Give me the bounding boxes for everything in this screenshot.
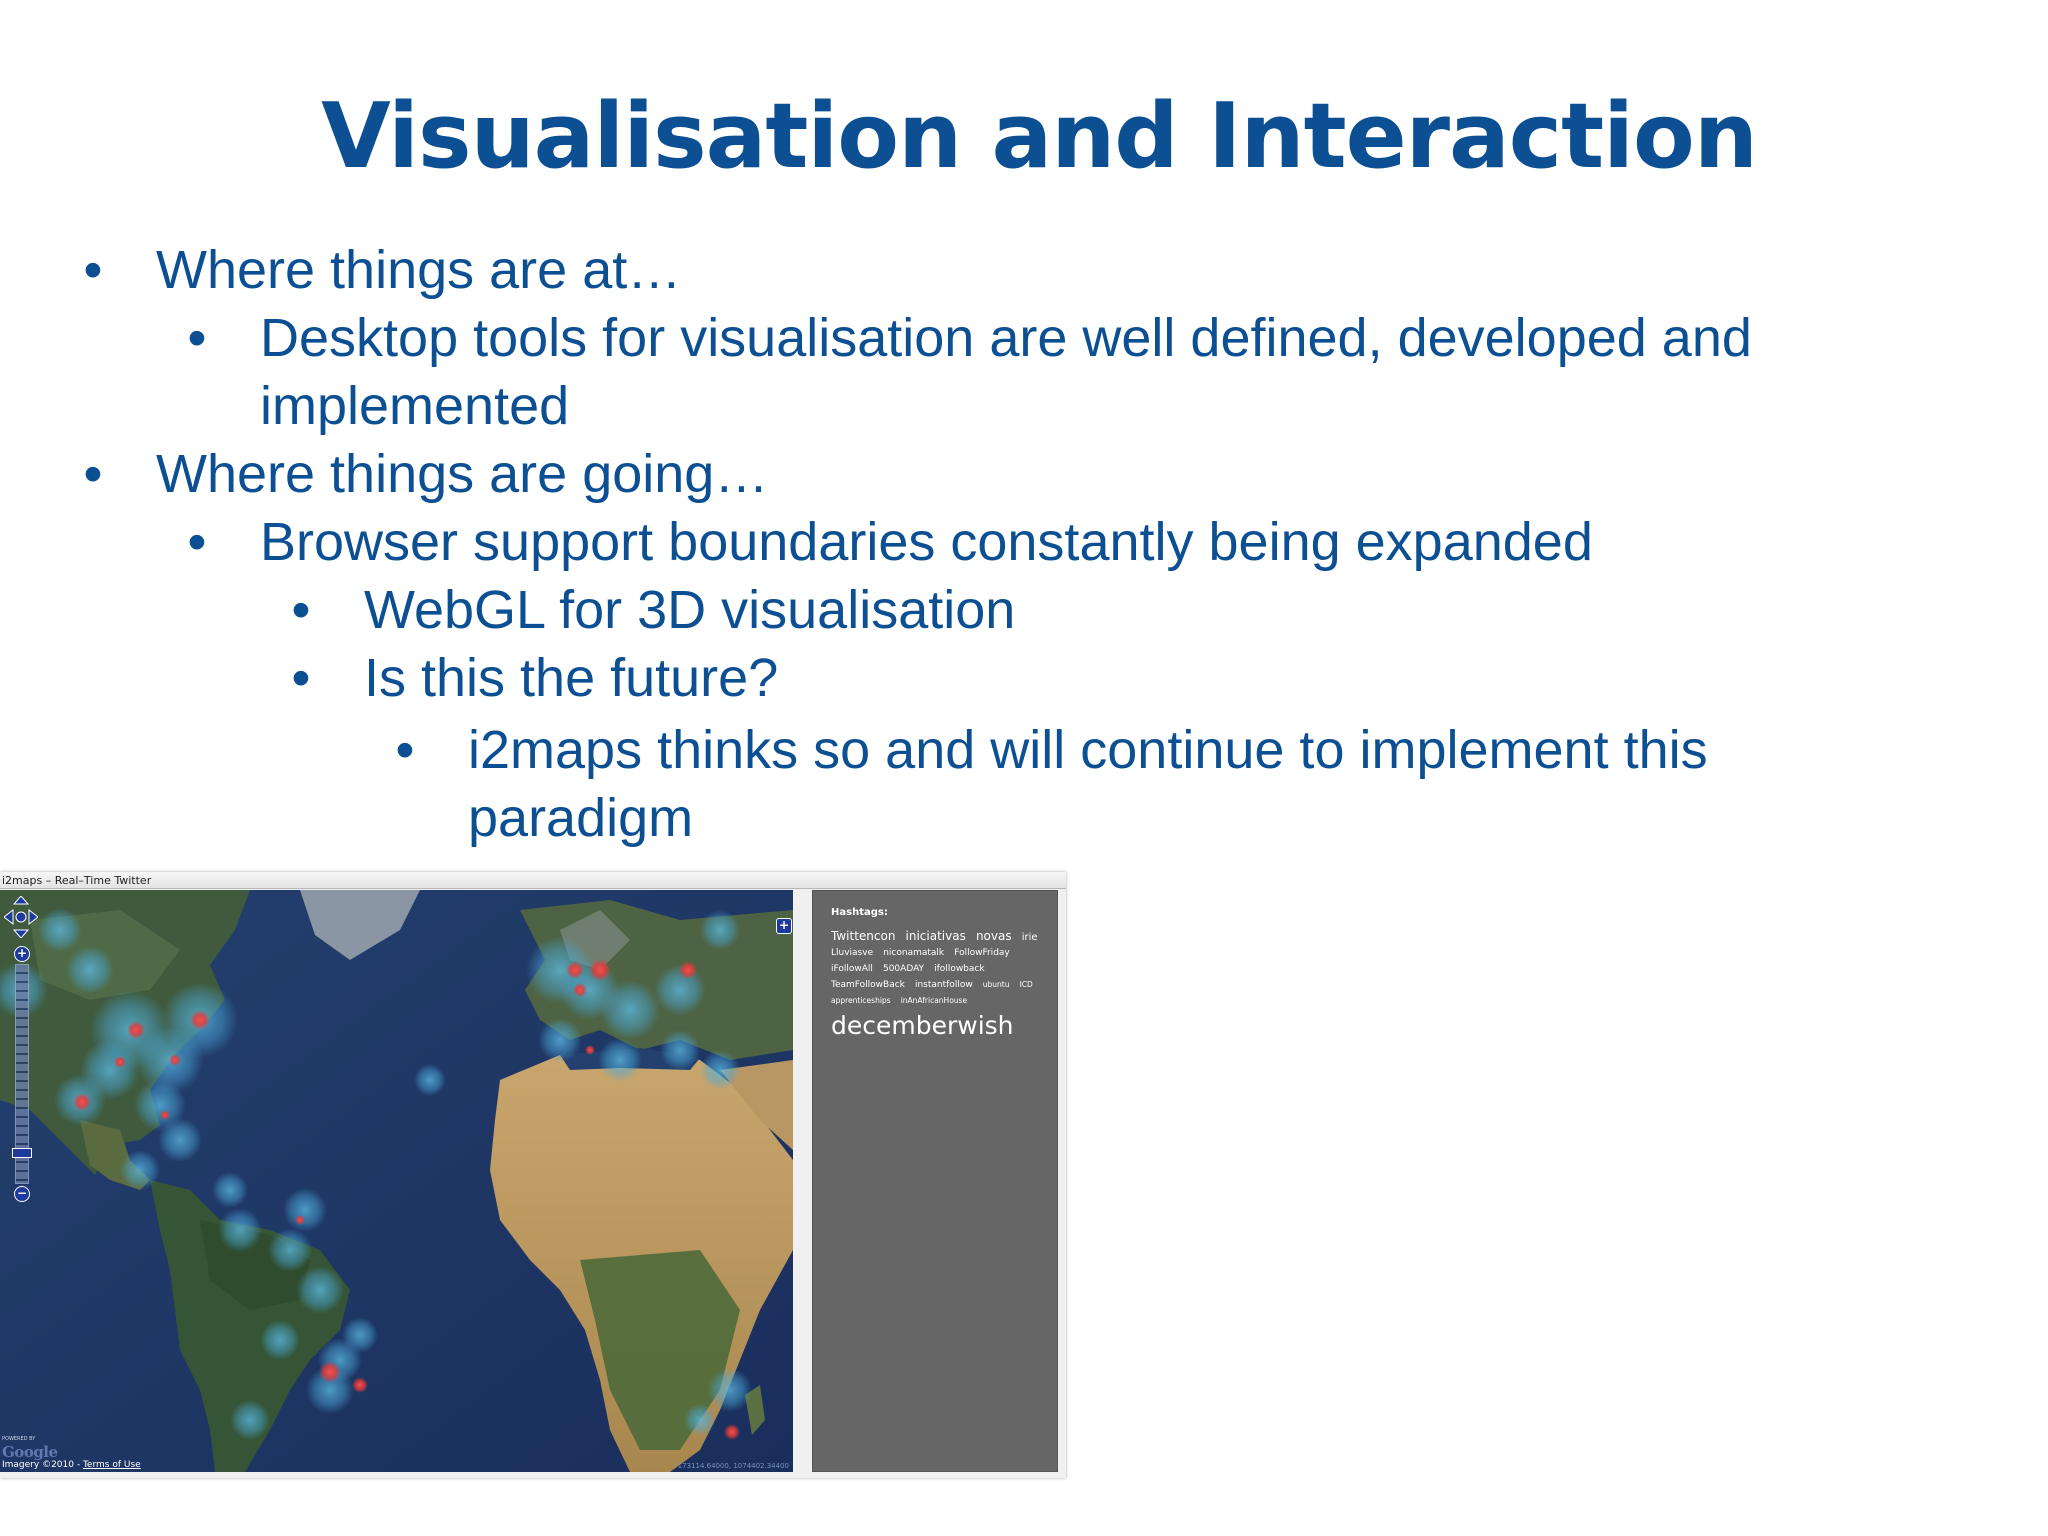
hashtags-heading: Hashtags: — [831, 907, 888, 918]
bullet-marker: • — [291, 648, 311, 708]
mouse-position-readout: -173114.64000, 1074402.34400 — [675, 1462, 789, 1470]
imagery-credit: Imagery ©2010 - Terms of Use — [2, 1460, 141, 1470]
powered-by-label: POWERED BY — [2, 1436, 36, 1442]
bullet-text-line-2: implemented — [260, 376, 570, 436]
pan-left-icon — [4, 908, 14, 926]
map-imagery — [0, 890, 793, 1472]
bullet-text: WebGL for 3D visualisation — [364, 580, 1016, 640]
pan-right-icon — [28, 908, 38, 926]
hashtag[interactable]: apprenticeships — [831, 995, 891, 1007]
imagery-credit-text: Imagery ©2010 - — [2, 1460, 83, 1470]
pan-up-icon — [12, 896, 30, 905]
hashtag[interactable]: novas — [976, 929, 1012, 943]
slide-title: Visualisation and Interaction — [321, 84, 1758, 189]
bullet-where-things-are-going: • Where things are going… — [84, 440, 769, 508]
bullet-text-line-1: i2maps thinks so and will continue to im… — [468, 720, 1708, 780]
bullet-desktop-tools: • Desktop tools for visualisation are we… — [188, 304, 1752, 440]
bullet-is-this-the-future: • Is this the future? — [292, 644, 779, 712]
terms-of-use-link[interactable]: Terms of Use — [83, 1460, 141, 1470]
zoom-slider-handle[interactable] — [12, 1148, 32, 1158]
hashtag-sidebar: Hashtags: Twittencon iniciativas novas i… — [812, 890, 1058, 1472]
zoom-out-button[interactable]: − — [14, 1186, 30, 1202]
bullet-text-line-2: paradigm — [468, 788, 694, 848]
pan-down-icon — [12, 929, 30, 938]
hashtag[interactable]: ifollowback — [934, 963, 984, 976]
window-title: i2maps – Real–Time Twitter — [0, 872, 1066, 889]
bullet-marker: • — [187, 512, 207, 572]
hashtag[interactable]: TeamFollowBack — [831, 979, 905, 992]
bullet-webgl: • WebGL for 3D visualisation — [292, 576, 1016, 644]
bullet-text: Where things are going… — [156, 444, 769, 504]
bullet-text: Browser support boundaries constantly be… — [260, 512, 1593, 572]
google-logo[interactable]: Google — [2, 1443, 58, 1461]
bullet-marker: • — [83, 240, 103, 300]
zoom-in-button[interactable]: + — [14, 946, 30, 962]
bullet-marker: • — [395, 720, 415, 780]
bullet-marker: • — [187, 308, 207, 368]
bullet-i2maps-thinks-so: • i2maps thinks so and will continue to … — [396, 716, 1708, 852]
pan-control[interactable] — [4, 896, 38, 938]
bullet-marker: • — [291, 580, 311, 640]
hashtag[interactable]: Lluviasve — [831, 947, 873, 960]
hashtag[interactable]: irie — [1022, 931, 1038, 944]
hashtag[interactable]: niconamatalk — [883, 947, 944, 960]
bullet-text: Where things are at… — [156, 240, 682, 300]
bullet-where-things-are-at: • Where things are at… — [84, 236, 682, 304]
hashtag[interactable]: ubuntu — [983, 979, 1010, 991]
hashtag[interactable]: ICD — [1020, 979, 1033, 991]
world-map[interactable]: + − + POWERED BY Google Imagery ©2010 - … — [0, 890, 793, 1472]
hashtag[interactable]: FollowFriday — [954, 947, 1010, 960]
bullet-text-line-1: Desktop tools for visualisation are well… — [260, 308, 1752, 368]
hashtag[interactable]: instantfollow — [915, 979, 973, 992]
bullet-browser-support: • Browser support boundaries constantly … — [188, 508, 1593, 576]
i2maps-screenshot: i2maps – Real–Time Twitter + − + POWERED… — [0, 872, 1066, 1478]
hashtag[interactable]: inAnAfricanHouse — [901, 995, 967, 1007]
hashtag-featured[interactable]: decemberwish — [831, 1009, 1046, 1043]
layer-switcher-button[interactable]: + — [776, 918, 792, 934]
hashtag[interactable]: iFollowAll — [831, 963, 873, 976]
slide: Visualisation and Interaction • Where th… — [0, 0, 2048, 1536]
hashtag[interactable]: iniciativas — [906, 929, 966, 943]
hashtag[interactable]: 500ADAY — [883, 963, 924, 976]
bullet-text: Is this the future? — [364, 648, 779, 708]
bullet-marker: • — [83, 444, 103, 504]
hashtag[interactable]: Twittencon — [831, 929, 895, 943]
hashtag-cloud: Twittencon iniciativas novas irie Lluvia… — [831, 929, 1051, 1043]
